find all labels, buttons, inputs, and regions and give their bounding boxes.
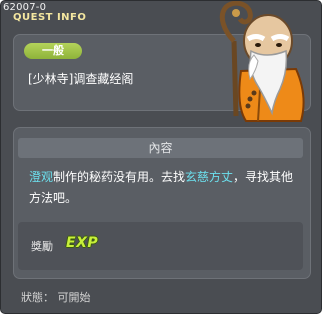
category-badge: 一般 [24, 43, 82, 59]
npc-link-xuanci[interactable]: 玄慈方丈 [185, 170, 233, 184]
quest-description: 澄观制作的秘药没有用。去找玄慈方丈，寻找其他方法吧。 [29, 167, 301, 209]
title-bar[interactable]: QUEST INFO [1, 12, 241, 26]
npc-link-chengguan[interactable]: 澄观 [29, 170, 53, 184]
reward-label: 獎勵 [31, 240, 53, 253]
quest-status: 狀態： 可開始 [21, 291, 91, 304]
quest-name: [少林寺]调查藏经阁 [28, 72, 134, 86]
content-header: 內容 [18, 138, 303, 158]
description-text: 制作的秘药没有用。去找 [53, 170, 186, 184]
npc-monk-portrait [219, 1, 305, 122]
window-title: QUEST INFO [13, 12, 87, 23]
quest-info-window: 62007-0 QUEST INFO 一般 [少林寺]调查藏经阁 內容 澄观制作… [0, 0, 322, 314]
reward-box [18, 222, 303, 270]
exp-reward-icon[interactable]: EXP [66, 235, 98, 251]
